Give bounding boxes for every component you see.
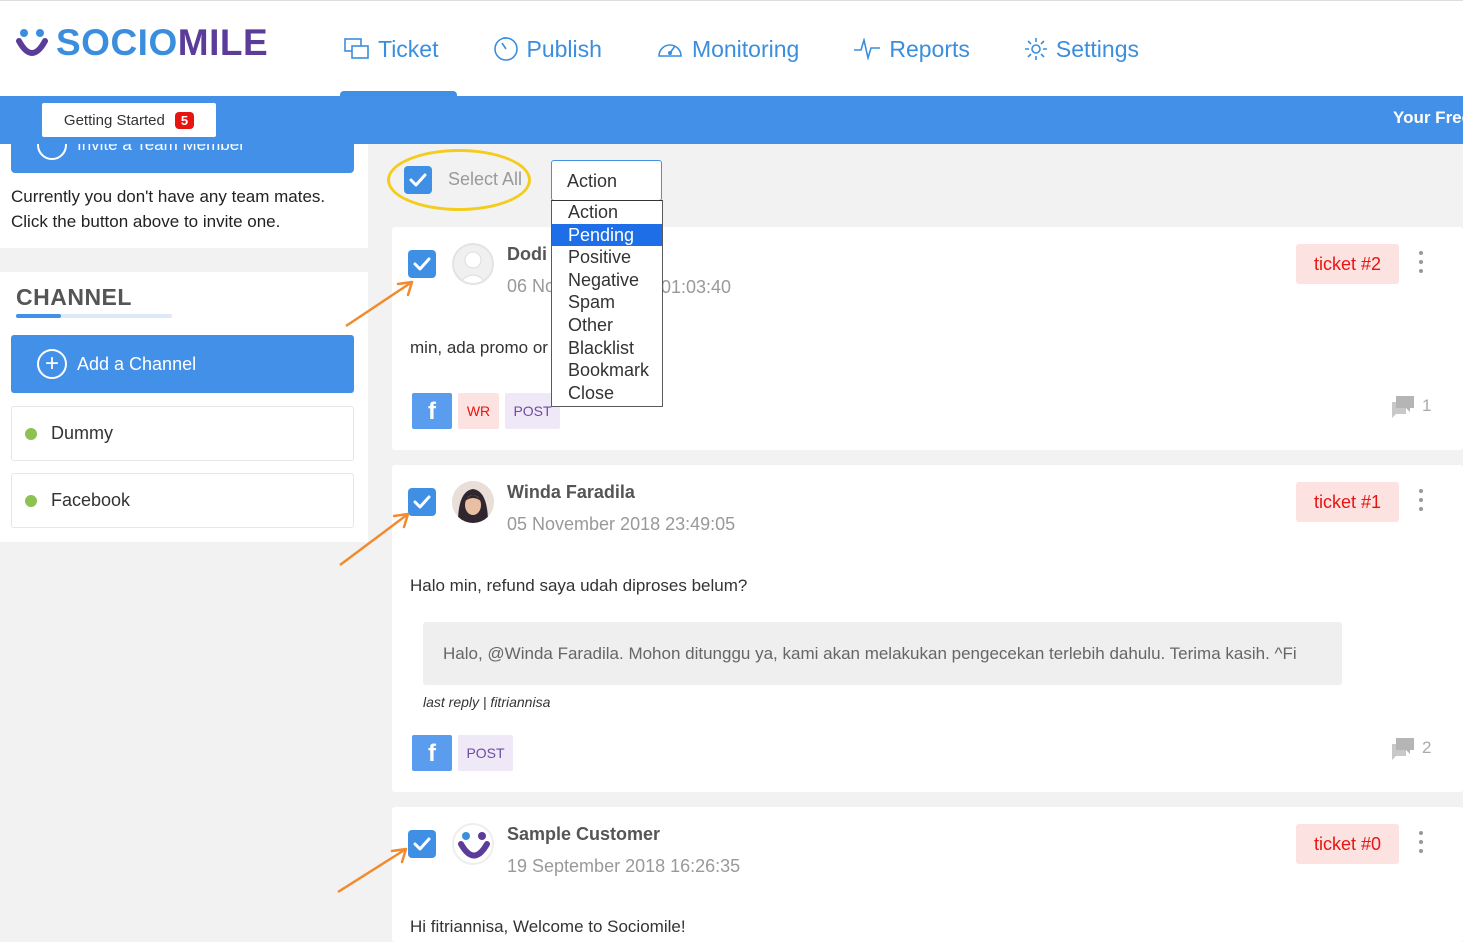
default-user-icon <box>459 251 487 283</box>
ticket-date: 06 No <box>507 276 556 296</box>
add-channel-button[interactable]: + Add a Channel <box>11 335 354 393</box>
action-option-highlighted[interactable]: Pending <box>552 223 662 247</box>
onboarding-bar <box>0 96 1463 144</box>
comment-count-value: 2 <box>1422 738 1432 757</box>
gear-icon <box>1024 38 1047 60</box>
ticket-time: 01:03:40 <box>661 277 732 297</box>
action-dropdown-list[interactable]: Action Pending Positive Negative Spam Ot… <box>551 200 663 407</box>
ticket-card[interactable]: Sample Customer 19 September 2018 16:26:… <box>392 807 1463 942</box>
ticket-date: 19 September 2018 16:26:35 <box>507 856 741 876</box>
user-photo-icon <box>452 481 494 523</box>
last-reply-info: last reply | fitriannisa <box>423 694 551 710</box>
action-option[interactable]: Bookmark <box>552 359 662 382</box>
logo-icon <box>458 832 490 859</box>
publish-icon <box>493 37 518 61</box>
getting-started-count-badge: 5 <box>174 111 195 129</box>
comment-count[interactable]: 2 <box>1390 736 1431 760</box>
more-options-icon[interactable] <box>1418 831 1424 853</box>
avatar <box>452 243 494 285</box>
channel-item-facebook[interactable]: Facebook <box>11 473 354 528</box>
action-option[interactable]: Blacklist <box>552 337 662 360</box>
ticket-checkbox[interactable] <box>408 250 436 278</box>
channel-item-dummy[interactable]: Dummy <box>11 406 354 461</box>
tag-wr: WR <box>458 393 499 429</box>
invite-team-label: Invite a Team Member <box>77 144 245 154</box>
nav-settings-label: Settings <box>1055 35 1139 62</box>
more-options-icon[interactable] <box>1418 251 1424 273</box>
ticket-number-badge[interactable]: ticket #0 <box>1296 824 1399 864</box>
team-empty-text: Currently you don't have any team mates.… <box>11 187 326 231</box>
nav-ticket-label: Ticket <box>378 35 439 62</box>
action-option[interactable]: Other <box>552 314 662 337</box>
checkmark-icon <box>413 257 431 271</box>
ticket-checkbox[interactable] <box>408 830 436 858</box>
reply-preview: Halo, @Winda Faradila. Mohon ditunggu ya… <box>423 622 1342 685</box>
avatar <box>452 823 494 865</box>
logo-icon <box>16 29 48 56</box>
trial-text: Your Free <box>1393 108 1463 127</box>
plus-icon: + <box>37 349 67 379</box>
brand-logo[interactable]: SOCIOMILE <box>16 22 269 63</box>
plus-icon <box>37 144 67 160</box>
ticket-number-badge[interactable]: ticket #2 <box>1296 244 1399 284</box>
annotation-arrow-icon <box>337 847 408 894</box>
facebook-icon: f <box>412 735 452 771</box>
add-channel-label: Add a Channel <box>77 353 197 374</box>
brand-name: SOCIOMILE <box>56 22 269 63</box>
avatar <box>452 481 494 523</box>
comment-icon <box>1392 396 1414 418</box>
ticket-icon <box>344 38 369 59</box>
getting-started-label: Getting Started <box>63 111 165 129</box>
nav-monitoring-label: Monitoring <box>691 35 800 62</box>
monitoring-icon <box>658 44 682 57</box>
channel-label: Facebook <box>51 490 131 510</box>
getting-started-button[interactable]: Getting Started 5 <box>42 103 216 137</box>
nav-publish[interactable]: Publish <box>489 1 606 97</box>
channel-title: CHANNEL <box>16 284 132 310</box>
customer-name: Sample Customer <box>507 824 661 844</box>
ticket-card[interactable]: Winda Faradila 05 November 2018 23:49:05… <box>392 465 1463 792</box>
comment-count-value: 1 <box>1422 396 1432 415</box>
annotation-arrow-icon <box>345 280 414 328</box>
ticket-message: Hi fitriannisa, Welcome to Sociomile! <box>410 917 686 936</box>
channel-label: Dummy <box>51 423 113 443</box>
comment-count[interactable]: 1 <box>1390 394 1431 418</box>
channel-underline <box>16 314 172 318</box>
nav-reports-label: Reports <box>889 35 970 62</box>
top-navbar: SOCIOMILE Ticket Publish Monitoring Repo… <box>0 0 1463 97</box>
action-option[interactable]: Spam <box>552 291 662 314</box>
more-options-icon[interactable] <box>1418 489 1424 511</box>
facebook-icon: f <box>412 393 452 429</box>
tag-post: POST <box>458 735 513 771</box>
nav-publish-label: Publish <box>526 35 602 62</box>
nav-ticket[interactable]: Ticket <box>340 1 456 97</box>
status-dot <box>25 494 37 507</box>
action-option[interactable]: Action <box>552 201 662 224</box>
main-nav: Ticket Publish Monitoring Reports Settin… <box>340 1 1189 97</box>
invite-team-button[interactable]: Invite a Team Member <box>11 144 354 173</box>
ticket-number-badge[interactable]: ticket #1 <box>1296 482 1399 522</box>
ticket-date: 05 November 2018 23:49:05 <box>507 514 736 534</box>
action-option[interactable]: Close <box>552 382 662 405</box>
status-dot <box>25 427 37 440</box>
action-option[interactable]: Positive <box>552 246 662 269</box>
nav-reports[interactable]: Reports <box>849 1 974 97</box>
annotation-arrow-icon <box>339 512 410 566</box>
highlight-ellipse <box>387 149 531 211</box>
checkmark-icon <box>413 837 431 851</box>
comment-icon <box>1392 738 1414 760</box>
customer-name: Dodi <box>507 244 547 264</box>
nav-monitoring[interactable]: Monitoring <box>652 1 803 97</box>
reports-icon <box>854 38 881 60</box>
action-option[interactable]: Negative <box>552 269 662 292</box>
ticket-message: min, ada promo or <box>410 338 548 357</box>
ticket-message: Halo min, refund saya udah diproses belu… <box>410 576 748 595</box>
customer-name: Winda Faradila <box>507 482 635 502</box>
nav-settings[interactable]: Settings <box>1020 1 1143 97</box>
action-select[interactable]: Action <box>551 160 662 201</box>
